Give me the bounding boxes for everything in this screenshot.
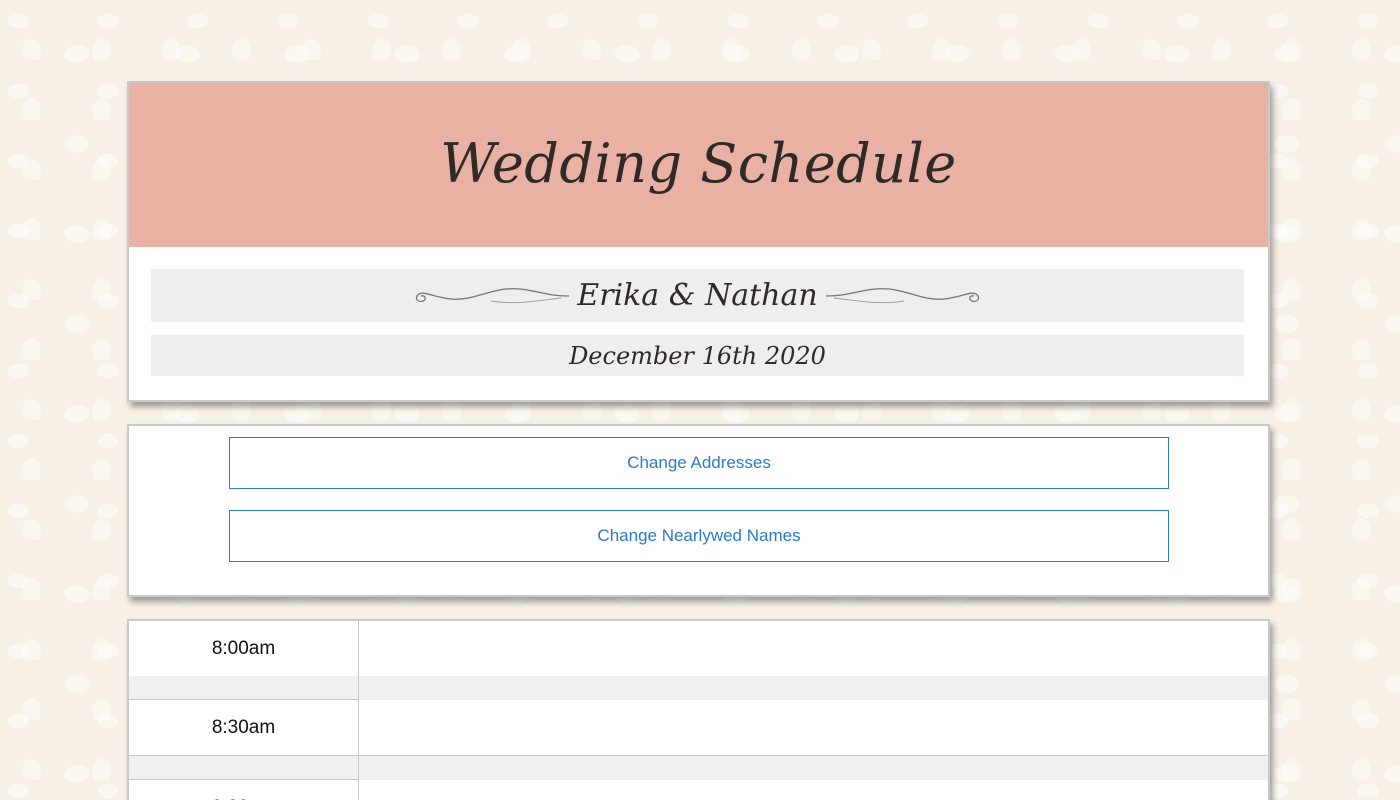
- event-slot[interactable]: [359, 780, 1268, 800]
- header-card: Wedding Schedule Erika & Nathan December…: [127, 81, 1270, 402]
- wedding-date: December 16th 2020: [569, 341, 826, 370]
- left-flourish-icon: [416, 287, 570, 303]
- actions-card: Change Addresses Change Nearlywed Names: [127, 424, 1270, 597]
- page-title: Wedding Schedule: [440, 131, 957, 195]
- schedule-row[interactable]: 9:00am: [129, 780, 1268, 800]
- time-label: 9:00am: [129, 780, 359, 800]
- schedule-row[interactable]: 8:30am: [129, 700, 1268, 756]
- right-flourish-icon: [825, 287, 979, 303]
- gap-event-cell: [359, 676, 1268, 700]
- change-addresses-button[interactable]: Change Addresses: [229, 437, 1169, 489]
- gap-time-cell: [129, 676, 359, 700]
- event-slot[interactable]: [359, 621, 1268, 676]
- change-nearlywed-names-button[interactable]: Change Nearlywed Names: [229, 510, 1169, 562]
- gap-time-cell: [129, 756, 359, 780]
- couple-names-strip: Erika & Nathan: [151, 269, 1244, 322]
- header-banner: Wedding Schedule: [129, 83, 1268, 247]
- schedule-row[interactable]: 8:00am: [129, 621, 1268, 677]
- schedule-table: 8:00am 8:30am 9:00am: [127, 619, 1270, 800]
- schedule-gap-row: [129, 676, 1268, 700]
- event-slot[interactable]: [359, 700, 1268, 755]
- couple-names: Erika & Nathan: [577, 278, 818, 313]
- schedule-gap-row: [129, 756, 1268, 780]
- time-label: 8:00am: [129, 621, 359, 676]
- wedding-date-strip: December 16th 2020: [151, 335, 1244, 376]
- gap-event-cell: [359, 756, 1268, 780]
- time-label: 8:30am: [129, 700, 359, 755]
